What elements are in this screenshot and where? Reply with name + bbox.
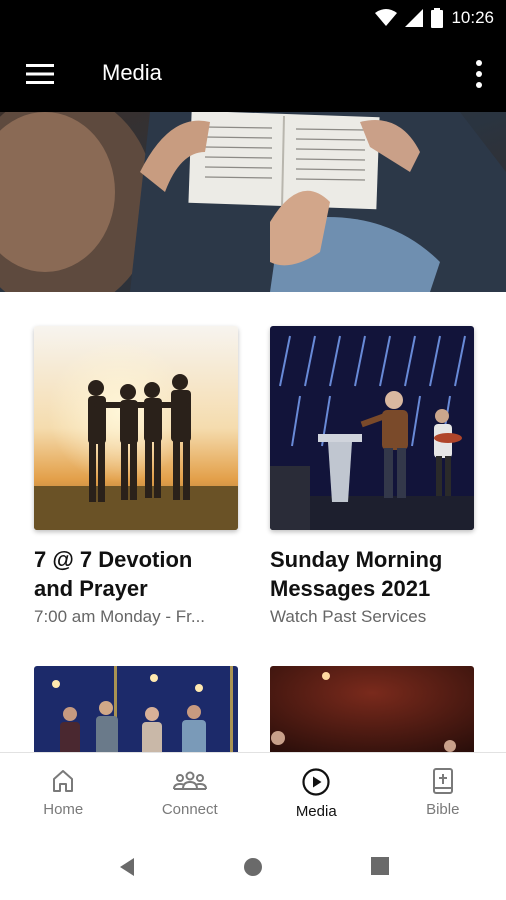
nav-item-media[interactable]: Media bbox=[253, 753, 380, 833]
card-subtitle: Watch Past Services bbox=[270, 607, 427, 626]
cell-signal-icon bbox=[405, 9, 424, 27]
bottom-navigation: Home Connect Media Bible bbox=[0, 752, 506, 833]
media-card-partial[interactable] bbox=[34, 666, 238, 756]
status-bar: 10:26 bbox=[0, 0, 506, 37]
nav-item-home[interactable]: Home bbox=[0, 753, 127, 833]
media-card-partial[interactable] bbox=[270, 666, 474, 756]
home-circle-icon[interactable] bbox=[243, 857, 263, 877]
back-icon[interactable] bbox=[118, 857, 136, 877]
card-thumbnail bbox=[34, 326, 238, 530]
bible-icon bbox=[432, 768, 453, 794]
nav-label: Bible bbox=[426, 801, 460, 818]
page-title: Media bbox=[102, 60, 162, 85]
system-navigation-bar bbox=[0, 832, 506, 900]
card-title-line: and Prayer bbox=[34, 576, 148, 601]
play-circle-icon bbox=[302, 768, 330, 796]
card-thumbnail bbox=[270, 326, 474, 530]
card-title: 7 @ 7 Devotion and Prayer bbox=[34, 545, 238, 603]
nav-label: Connect bbox=[161, 801, 218, 818]
media-card-devotion[interactable]: 7 @ 7 Devotion and Prayer 7:00 am Monday… bbox=[34, 326, 238, 627]
card-title-line: Messages 2021 bbox=[270, 576, 431, 601]
nav-item-bible[interactable]: Bible bbox=[380, 753, 506, 833]
battery-icon bbox=[431, 8, 444, 28]
wifi-icon bbox=[375, 9, 398, 26]
nav-label: Home bbox=[43, 801, 84, 818]
home-icon bbox=[53, 770, 74, 792]
status-time: 10:26 bbox=[451, 8, 494, 27]
hero-image bbox=[0, 112, 506, 292]
hamburger-menu-icon[interactable] bbox=[26, 63, 54, 85]
card-subtitle: 7:00 am Monday - Fr... bbox=[34, 607, 206, 626]
card-title-line: 7 @ 7 Devotion bbox=[34, 547, 193, 572]
more-vertical-icon[interactable] bbox=[474, 59, 484, 89]
group-icon bbox=[172, 771, 207, 790]
recents-icon[interactable] bbox=[371, 857, 389, 875]
card-title-line: Sunday Morning bbox=[270, 547, 443, 572]
nav-item-connect[interactable]: Connect bbox=[127, 753, 254, 833]
app-bar: Media bbox=[0, 37, 506, 112]
status-icons: 10:26 bbox=[375, 7, 494, 29]
nav-label: Media bbox=[295, 803, 337, 820]
card-title: Sunday Morning Messages 2021 bbox=[270, 545, 474, 603]
media-card-sunday-messages[interactable]: Sunday Morning Messages 2021 Watch Past … bbox=[270, 326, 474, 627]
